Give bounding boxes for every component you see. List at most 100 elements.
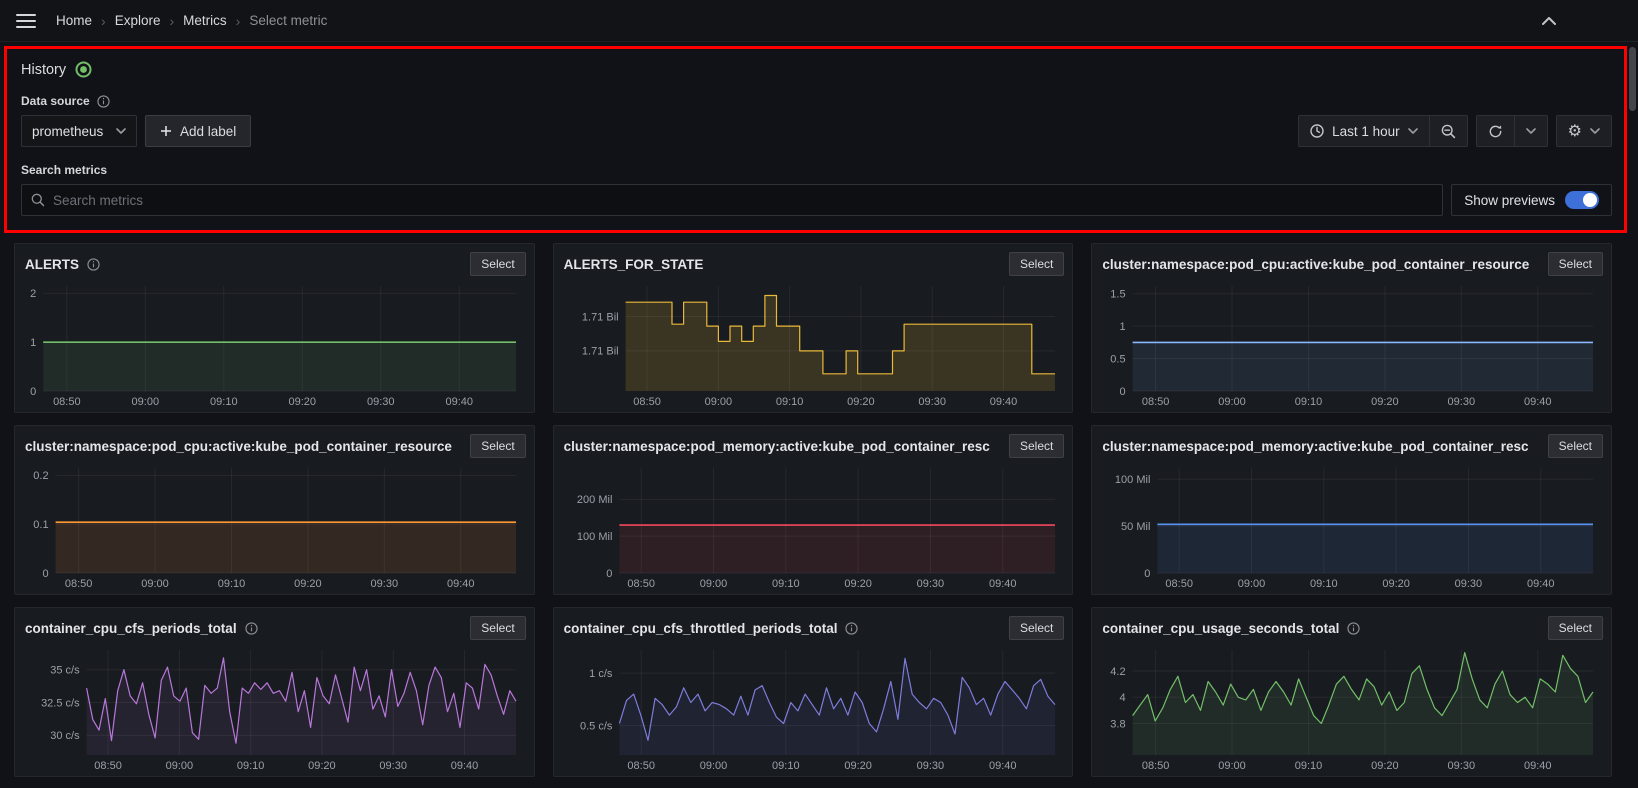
svg-text:08:50: 08:50: [65, 578, 93, 590]
vertical-scrollbar[interactable]: [1629, 47, 1636, 111]
svg-text:09:30: 09:30: [1448, 760, 1476, 772]
svg-text:32.5 c/s: 32.5 c/s: [41, 697, 80, 709]
panel-title: container_cpu_cfs_throttled_periods_tota…: [564, 621, 838, 636]
top-nav-bar: Home › Explore › Metrics › Select metric: [0, 0, 1638, 42]
svg-text:35 c/s: 35 c/s: [50, 664, 80, 676]
select-button[interactable]: Select: [470, 434, 525, 458]
svg-text:09:40: 09:40: [1524, 396, 1552, 408]
zoom-out-button[interactable]: [1430, 115, 1468, 147]
breadcrumb-metrics[interactable]: Metrics: [183, 13, 227, 28]
svg-text:09:10: 09:10: [776, 396, 804, 408]
svg-text:09:40: 09:40: [989, 578, 1017, 590]
info-icon[interactable]: [245, 622, 258, 635]
panel-title: ALERTS_FOR_STATE: [564, 257, 704, 272]
chart-canvas: 08:5009:0009:1009:2009:3009:401.71 Bil1.…: [564, 280, 1063, 410]
chart-canvas: 08:5009:0009:1009:2009:3009:40100 Mil50 …: [1102, 462, 1601, 592]
svg-text:09:00: 09:00: [132, 396, 160, 408]
refresh-interval-dropdown[interactable]: [1515, 115, 1548, 147]
show-previews-toggle[interactable]: [1565, 191, 1599, 209]
svg-text:09:10: 09:10: [772, 578, 800, 590]
metric-panel: container_cpu_usage_seconds_totalSelect0…: [1091, 607, 1612, 777]
info-icon[interactable]: [87, 258, 100, 271]
breadcrumb-separator: ›: [236, 13, 241, 29]
datasource-picker[interactable]: prometheus: [21, 115, 137, 147]
metric-preview-chart: 08:5009:0009:1009:2009:3009:400.20.10: [25, 462, 524, 592]
panel-title: cluster:namespace:pod_memory:active:kube…: [564, 439, 990, 454]
datasource-label: Data source: [21, 94, 90, 108]
svg-text:09:40: 09:40: [1527, 578, 1555, 590]
metric-preview-chart: 08:5009:0009:1009:2009:3009:401.510.50: [1102, 280, 1601, 410]
select-button[interactable]: Select: [470, 616, 525, 640]
add-label-button[interactable]: Add label: [145, 115, 251, 147]
time-range-picker[interactable]: Last 1 hour: [1298, 115, 1430, 147]
svg-text:0: 0: [30, 386, 36, 398]
metric-panel: container_cpu_cfs_throttled_periods_tota…: [553, 607, 1074, 777]
svg-text:09:00: 09:00: [1219, 396, 1247, 408]
menu-icon[interactable]: [16, 14, 36, 28]
history-radio-icon[interactable]: [75, 61, 92, 78]
svg-text:09:40: 09:40: [451, 760, 479, 772]
plus-icon: [160, 125, 172, 137]
info-icon[interactable]: [845, 622, 858, 635]
search-icon: [31, 193, 45, 207]
refresh-icon: [1488, 124, 1503, 139]
svg-text:09:00: 09:00: [699, 578, 727, 590]
select-button[interactable]: Select: [1548, 434, 1603, 458]
svg-text:0.5: 0.5: [1111, 353, 1126, 365]
gear-icon: ⚙: [1568, 123, 1582, 139]
svg-text:1.5: 1.5: [1111, 289, 1126, 301]
svg-text:09:40: 09:40: [989, 396, 1017, 408]
panel-title: cluster:namespace:pod_memory:active:kube…: [1102, 439, 1528, 454]
svg-text:09:10: 09:10: [1295, 396, 1323, 408]
svg-text:0.2: 0.2: [33, 470, 48, 482]
metric-preview-chart: 08:5009:0009:1009:2009:3009:40210: [25, 280, 524, 410]
svg-text:50 Mil: 50 Mil: [1121, 521, 1150, 533]
svg-text:08:50: 08:50: [627, 760, 655, 772]
svg-text:09:40: 09:40: [989, 760, 1017, 772]
svg-text:0: 0: [606, 568, 612, 580]
settings-button[interactable]: ⚙: [1556, 115, 1612, 147]
svg-text:09:30: 09:30: [367, 396, 395, 408]
svg-text:09:00: 09:00: [699, 760, 727, 772]
panel-title: cluster:namespace:pod_cpu:active:kube_po…: [1102, 257, 1529, 272]
clock-icon: [1310, 124, 1324, 138]
select-button[interactable]: Select: [1009, 616, 1064, 640]
svg-text:09:20: 09:20: [844, 760, 872, 772]
svg-text:09:10: 09:10: [772, 760, 800, 772]
datasource-value: prometheus: [32, 124, 103, 139]
search-input[interactable]: [53, 193, 1433, 208]
info-icon[interactable]: [97, 95, 110, 108]
chevron-up-icon[interactable]: [1542, 17, 1556, 25]
svg-text:0: 0: [1120, 386, 1126, 398]
metric-preview-chart: 08:5009:0009:1009:2009:3009:401.71 Bil1.…: [564, 280, 1063, 410]
select-button[interactable]: Select: [470, 252, 525, 276]
metric-preview-chart: 08:5009:0009:1009:2009:3009:4035 c/s32.5…: [25, 644, 524, 774]
breadcrumb-explore[interactable]: Explore: [115, 13, 161, 28]
svg-text:09:30: 09:30: [1455, 578, 1483, 590]
select-button[interactable]: Select: [1548, 616, 1603, 640]
zoom-out-icon: [1441, 124, 1456, 139]
panel-title: cluster:namespace:pod_cpu:active:kube_po…: [25, 439, 452, 454]
svg-text:100 Mil: 100 Mil: [1115, 474, 1150, 486]
metric-panel: ALERTS_FOR_STATE Select 08:5009:0009:1009:…: [553, 243, 1074, 413]
refresh-button[interactable]: [1476, 115, 1515, 147]
chart-canvas: 08:5009:0009:1009:2009:3009:401 c/s0.5 c…: [564, 644, 1063, 774]
breadcrumb-select-metric: Select metric: [249, 13, 327, 28]
svg-text:0: 0: [42, 568, 48, 580]
svg-text:09:10: 09:10: [1295, 760, 1323, 772]
select-button[interactable]: Select: [1548, 252, 1603, 276]
svg-text:0: 0: [1145, 568, 1151, 580]
svg-text:09:20: 09:20: [844, 578, 872, 590]
svg-text:4: 4: [1120, 692, 1126, 704]
svg-text:09:00: 09:00: [141, 578, 169, 590]
select-button[interactable]: Select: [1009, 434, 1064, 458]
chart-canvas: 08:5009:0009:1009:2009:3009:400.20.10: [25, 462, 524, 592]
svg-text:08:50: 08:50: [627, 578, 655, 590]
svg-text:09:20: 09:20: [1383, 578, 1411, 590]
info-icon[interactable]: [1347, 622, 1360, 635]
svg-text:08:50: 08:50: [94, 760, 122, 772]
svg-text:08:50: 08:50: [1142, 396, 1170, 408]
breadcrumb-home[interactable]: Home: [56, 13, 92, 28]
breadcrumb: Home › Explore › Metrics › Select metric: [56, 13, 327, 29]
select-button[interactable]: Select: [1009, 252, 1064, 276]
